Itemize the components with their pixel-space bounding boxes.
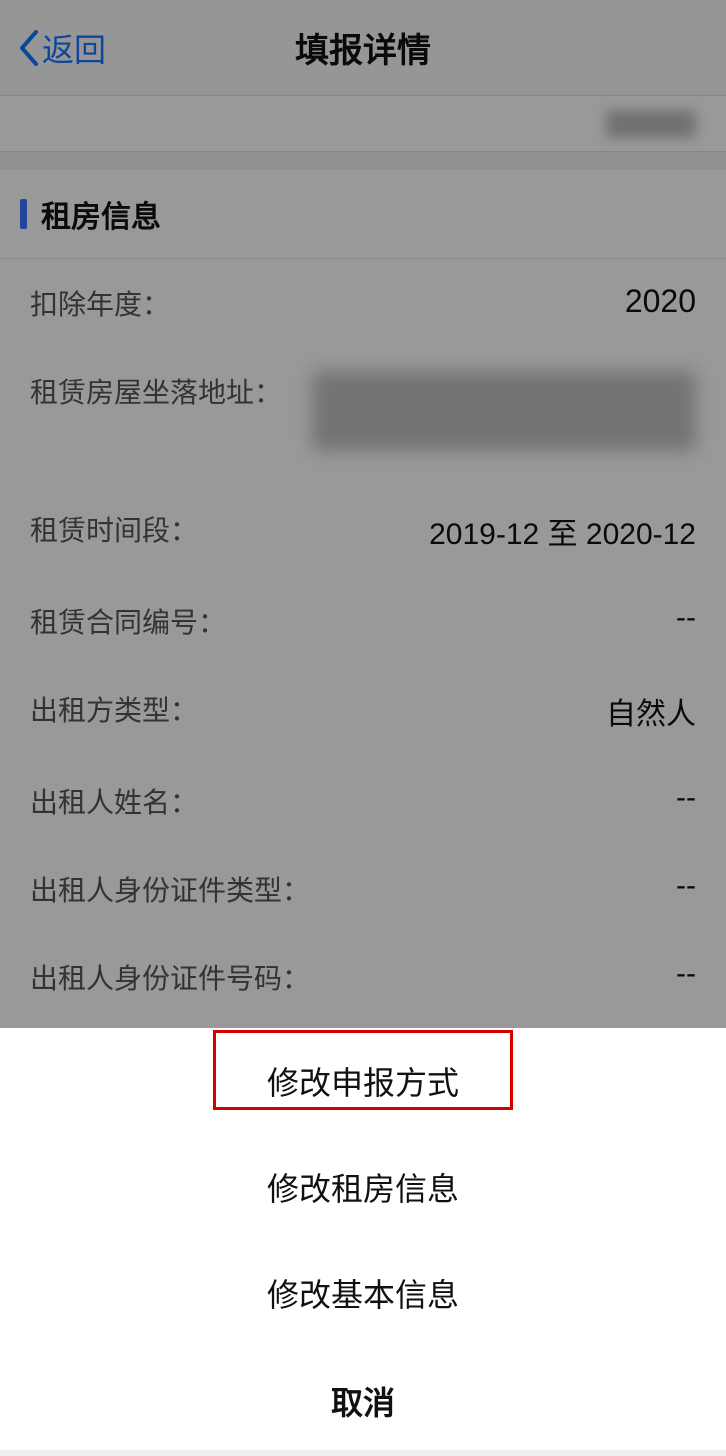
sheet-cancel[interactable]: 取消 (0, 1346, 726, 1456)
modal-overlay[interactable] (0, 0, 726, 1028)
action-sheet: 修改申报方式 修改租房信息 修改基本信息 取消 (0, 1028, 726, 1450)
sheet-item-modify-rent[interactable]: 修改租房信息 (0, 1134, 726, 1240)
sheet-item-modify-basic[interactable]: 修改基本信息 (0, 1240, 726, 1346)
sheet-item-modify-declare[interactable]: 修改申报方式 (0, 1028, 726, 1134)
